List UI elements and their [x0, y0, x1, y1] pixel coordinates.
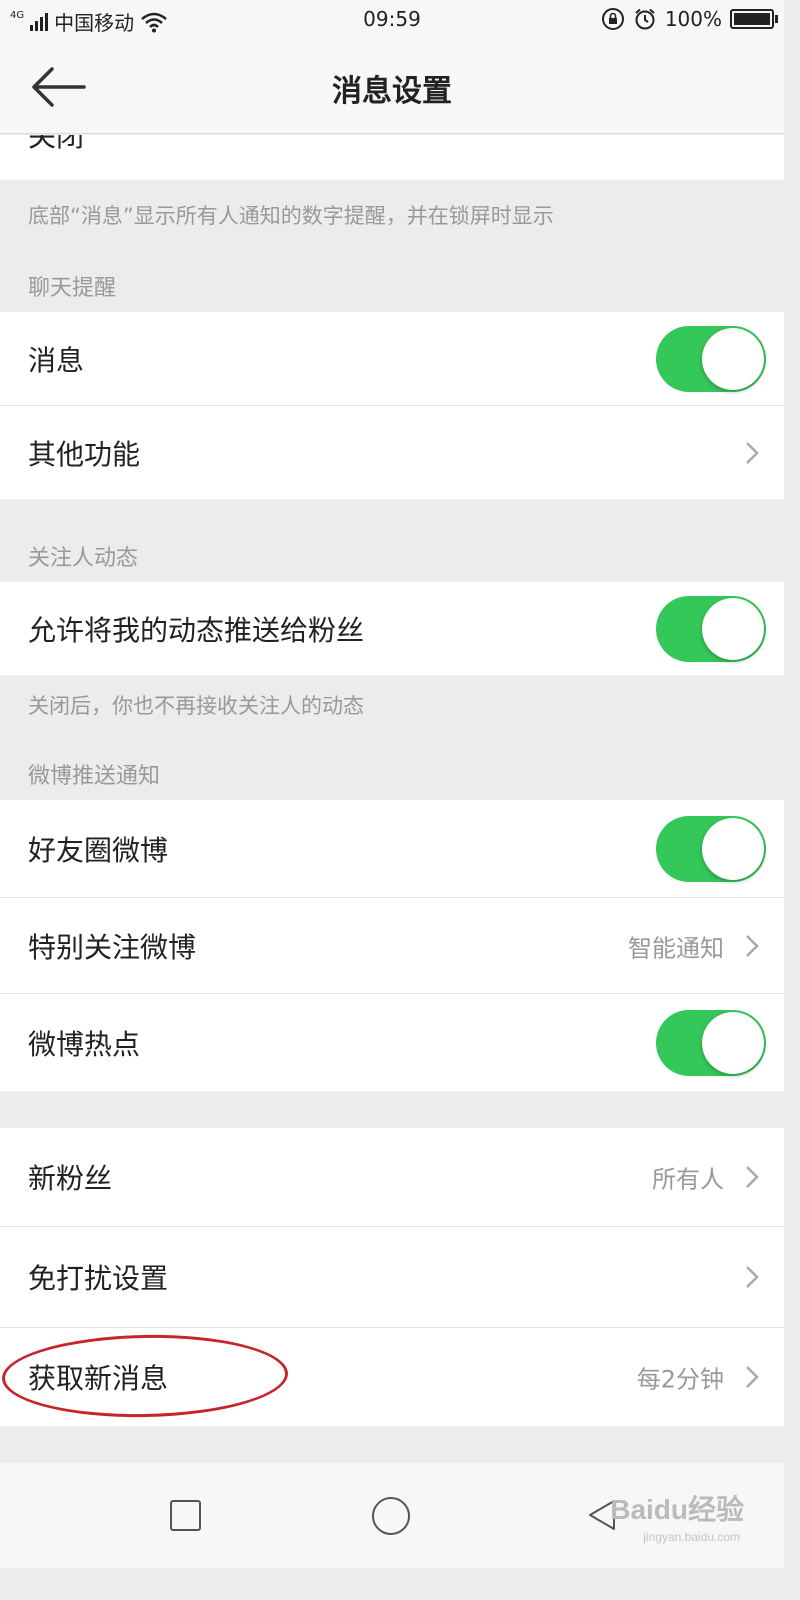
nav-bar: 消息设置 — [0, 40, 784, 134]
hot-toggle[interactable] — [656, 1009, 766, 1076]
chevron-right-icon — [746, 1266, 759, 1288]
notification-badge-value: 关闭 — [28, 135, 85, 153]
chevron-right-icon — [746, 1166, 759, 1188]
home-button[interactable] — [372, 1497, 410, 1535]
section-follow: 关注人动态 — [28, 546, 139, 571]
follow-note: 关闭后，你也不再接收关注人的动态 — [28, 694, 364, 718]
battery-icon — [730, 9, 778, 29]
row-dnd-label: 免打扰设置 — [28, 1262, 169, 1295]
status-right: 100% — [601, 7, 778, 31]
row-message-label: 消息 — [28, 343, 85, 377]
allow-push-toggle[interactable] — [656, 595, 766, 662]
row-hot-label: 微博热点 — [28, 1027, 141, 1061]
row-allow-push[interactable]: 允许将我的动态推送给粉丝 — [0, 582, 784, 675]
row-message[interactable]: 消息 — [0, 312, 784, 405]
chevron-right-icon — [746, 934, 759, 957]
row-allow-push-label: 允许将我的动态推送给粉丝 — [28, 613, 365, 647]
battery-percent: 100% — [664, 7, 722, 31]
row-new-fans-label: 新粉丝 — [28, 1162, 113, 1195]
row-special-label: 特别关注微博 — [28, 930, 197, 964]
rotation-lock-icon — [601, 8, 624, 30]
row-special-value: 智能通知 — [628, 934, 724, 962]
row-other-label: 其他功能 — [28, 437, 141, 471]
friends-toggle[interactable] — [656, 815, 766, 882]
watermark-logo: Baidu经验 — [610, 1494, 744, 1525]
row-fetch-label: 获取新消息 — [28, 1362, 169, 1395]
row-other-functions[interactable]: 其他功能 — [0, 406, 784, 499]
section-chat: 聊天提醒 — [28, 276, 117, 301]
row-friends-label: 好友圈微博 — [28, 833, 169, 867]
row-new-fans[interactable]: 新粉丝 所有人 — [0, 1128, 784, 1226]
chevron-right-icon — [746, 441, 759, 464]
row-friends-weibo[interactable]: 好友圈微博 — [0, 800, 784, 897]
watermark-url: jingyan.baidu.com — [643, 1530, 740, 1544]
chevron-right-icon — [746, 1366, 759, 1388]
message-toggle[interactable] — [656, 325, 766, 392]
badge-note: 底部“消息”显示所有人通知的数字提醒，并在锁屏时显示 — [28, 204, 554, 228]
row-special-weibo[interactable]: 特别关注微博 智能通知 — [0, 898, 784, 993]
recents-button[interactable] — [170, 1500, 201, 1531]
status-bar: 4G 中国移动 09:59 100% — [0, 0, 784, 40]
row-new-fans-value: 所有人 — [652, 1165, 724, 1194]
alarm-icon — [635, 8, 655, 30]
row-hot-weibo[interactable]: 微博热点 — [0, 994, 784, 1091]
row-fetch-value: 每2分钟 — [636, 1365, 724, 1394]
row-dnd[interactable]: 免打扰设置 — [0, 1227, 784, 1327]
row-fetch-messages[interactable]: 获取新消息 每2分钟 — [0, 1328, 784, 1426]
page-title: 消息设置 — [332, 74, 452, 109]
section-weibo-push: 微博推送通知 — [28, 764, 161, 789]
notification-badge-row[interactable]: 关闭 — [0, 135, 784, 180]
